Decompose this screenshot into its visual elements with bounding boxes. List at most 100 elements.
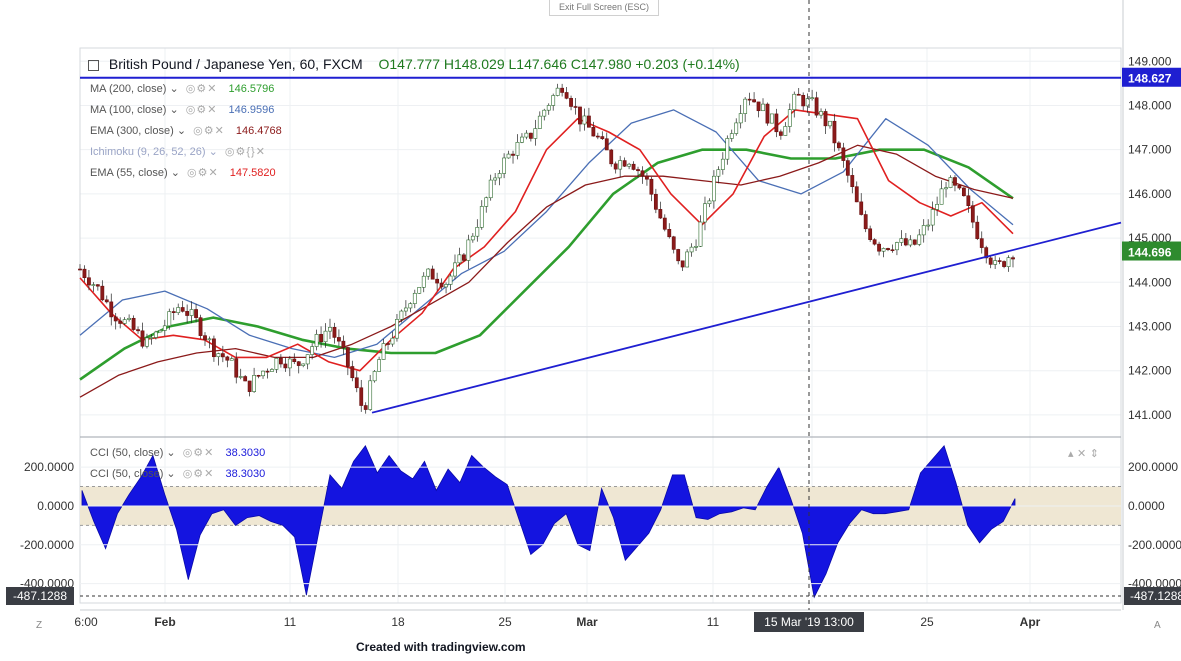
exit-fullscreen-button[interactable]: Exit Full Screen (ESC) <box>549 0 659 16</box>
symbol-title[interactable]: British Pound / Japanese Yen, 60, FXCM <box>109 56 363 72</box>
candle-body <box>171 311 176 314</box>
candle-body <box>506 153 511 159</box>
candle-body <box>430 268 435 280</box>
candle-body <box>828 120 832 127</box>
indicator-legend-ema300[interactable]: EMA (300, close) ⌄ ◎⚙✕ 146.4768 <box>90 124 282 137</box>
candle-body <box>716 169 721 177</box>
candle-body <box>680 260 685 268</box>
candle-body <box>587 115 591 128</box>
indicator-controls-icon[interactable]: ◎⚙✕ <box>183 468 215 480</box>
candle-body <box>310 346 315 355</box>
candle-body <box>975 221 980 239</box>
indicator-legend-ema55[interactable]: EMA (55, close) ⌄ ◎⚙✕ 147.5820 <box>90 166 276 179</box>
candle-body <box>520 136 524 143</box>
candle-body <box>511 153 515 156</box>
candle-body <box>993 260 998 265</box>
candle-body <box>712 175 716 202</box>
indicator-controls-icon[interactable]: ◎⚙✕ <box>193 125 225 137</box>
candle-body <box>609 149 614 165</box>
candle-body <box>542 109 547 117</box>
candle-body <box>497 173 502 179</box>
price-tick: 144.000 <box>1128 275 1172 289</box>
candle-body <box>988 257 993 265</box>
candle-body <box>234 358 239 378</box>
candle-body <box>533 128 538 139</box>
candle-body <box>640 170 645 177</box>
indicator-controls-icon[interactable]: ◎⚙{}✕ <box>225 146 266 158</box>
candle-body <box>448 275 453 285</box>
cci-left-tick: -200.0000 <box>20 538 74 552</box>
indicator-controls-icon[interactable]: ◎⚙✕ <box>186 104 218 116</box>
footer-credit: Created with tradingview.com <box>356 640 526 654</box>
candle-body <box>1006 257 1011 267</box>
price-tick: 142.000 <box>1128 364 1172 378</box>
candle-body <box>970 205 975 223</box>
candle-body <box>118 320 123 324</box>
candle-body <box>573 106 578 108</box>
indicator-legend-ma200[interactable]: MA (200, close) ⌄ ◎⚙✕ 146.5796 <box>90 82 274 95</box>
candle-body <box>345 347 350 367</box>
candle-body <box>377 359 381 372</box>
cci-low-label-left: -487.1288 <box>13 589 67 603</box>
time-tick: 18 <box>391 615 405 629</box>
candle-body <box>87 277 91 286</box>
candle-body <box>127 317 132 320</box>
candle-body <box>845 160 850 176</box>
candle-body <box>903 238 908 246</box>
candle-body <box>158 330 163 333</box>
candle-body <box>819 111 823 116</box>
cci-low-label-right: -487.1288 <box>1130 589 1181 603</box>
candle-body <box>140 330 145 347</box>
candle-body <box>676 249 681 262</box>
candle-body <box>698 221 703 247</box>
time-tick: 25 <box>920 615 934 629</box>
candle-body <box>212 338 216 358</box>
candle-body <box>917 234 922 245</box>
candle-body <box>957 185 962 189</box>
candle-body <box>145 337 149 347</box>
candle-body <box>270 369 274 372</box>
candle-body <box>636 169 640 172</box>
symbol-header: British Pound / Japanese Yen, 60, FXCM O… <box>88 56 740 72</box>
cci-legend-1[interactable]: CCI (50, close) ⌄ ◎⚙✕ 38.3030 <box>90 446 265 459</box>
candle-body <box>301 363 306 366</box>
indicator-value: 146.9596 <box>228 104 275 116</box>
candle-body <box>113 316 118 322</box>
candle-body <box>243 376 248 382</box>
indicator-controls-icon[interactable]: ◎⚙✕ <box>183 447 215 459</box>
indicator-value: 146.5796 <box>228 83 275 95</box>
candle-body <box>274 358 279 370</box>
candle-body <box>662 217 667 230</box>
candle-body <box>564 92 569 99</box>
candle-body <box>462 254 466 261</box>
candle-body <box>618 160 623 170</box>
cci-right-tick: -200.0000 <box>1128 538 1181 552</box>
indicator-controls-icon[interactable]: ◎⚙✕ <box>186 83 218 95</box>
candle-body <box>792 93 797 110</box>
candle-body <box>930 209 935 226</box>
candle-body <box>939 188 944 205</box>
candle-body <box>591 126 596 137</box>
candle-body <box>149 337 154 339</box>
candle-body <box>761 103 765 112</box>
candle-body <box>595 135 600 138</box>
indicator-label: EMA (300, close) <box>90 125 174 137</box>
indicator-label: CCI (50, close) <box>90 447 164 459</box>
ohlc-values: O147.777 H148.029 L147.646 C147.980 +0.2… <box>378 56 740 72</box>
candle-body <box>95 284 100 287</box>
candle-body <box>859 201 864 215</box>
candle-body <box>747 98 752 101</box>
cci-legend-2[interactable]: CCI (50, close) ⌄ ◎⚙✕ 38.3030 <box>90 467 265 480</box>
candle-body <box>207 338 212 341</box>
indicator-legend-ichimoku[interactable]: Ichimoku (9, 26, 52, 26) ⌄ ◎⚙{}✕ <box>90 145 270 158</box>
indicator-controls-icon[interactable]: ◎⚙✕ <box>187 167 219 179</box>
collapse-icon[interactable] <box>88 59 99 71</box>
price-tick: 149.000 <box>1128 54 1172 68</box>
candle-body <box>296 361 301 366</box>
chart-canvas[interactable]: 200.0000 200.0000 0.0000 0.0000 -200.0000 -20… <box>0 0 1181 661</box>
time-tick: 25 <box>498 615 512 629</box>
candle-body <box>961 187 966 197</box>
candle-body <box>484 197 489 207</box>
candle-body <box>417 287 422 294</box>
indicator-legend-ma100[interactable]: MA (100, close) ⌄ ◎⚙✕ 146.9596 <box>90 103 274 116</box>
